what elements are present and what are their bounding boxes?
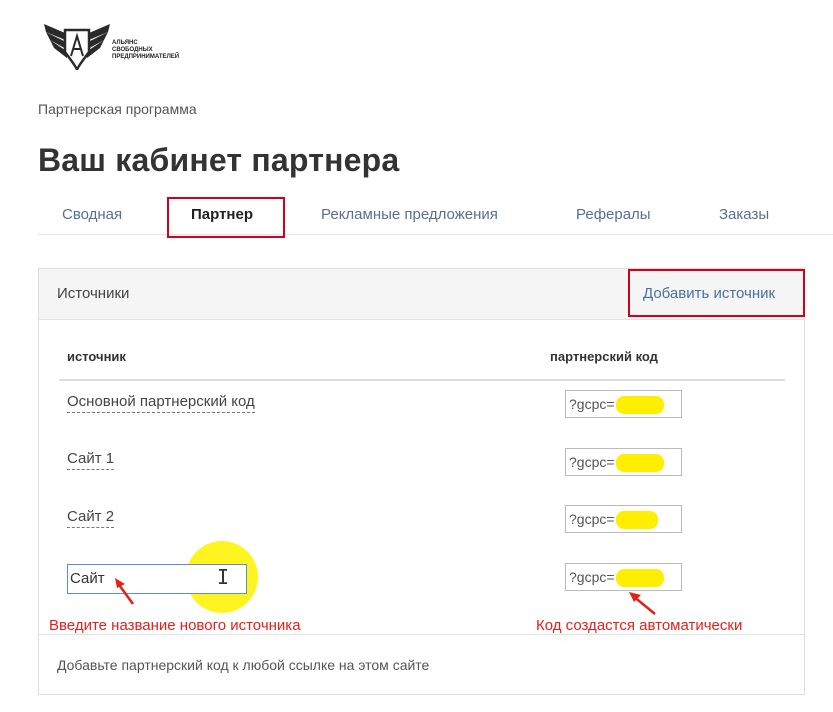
column-header-source: источник (67, 349, 126, 364)
panel-title: Источники (57, 285, 130, 302)
code-redaction-marker (615, 454, 664, 473)
tab-highlight-box (167, 197, 285, 238)
annotation-enter-name: Введите название нового источника (49, 617, 301, 634)
footer-hint: Добавьте партнерский код к любой ссылке … (57, 657, 430, 673)
code-prefix: ?gcpc= (569, 569, 615, 585)
text-cursor-icon: I (217, 565, 230, 589)
arrow-left-annotation-icon (115, 578, 135, 605)
logo-line: Альянс (112, 40, 138, 46)
source-name-link[interactable]: Основной партнерский код (67, 393, 255, 413)
page-title: Ваш кабинет партнера (38, 142, 400, 178)
tab-bar: Сводная Партнер Рекламные предложения Ре… (38, 196, 833, 235)
partner-code-field[interactable]: ?gcpc= (565, 563, 682, 591)
panel-footer: Добавьте партнерский код к любой ссылке … (39, 634, 804, 695)
tab-ad-offers[interactable]: Рекламные предложения (321, 206, 498, 223)
partner-code-field[interactable]: ?gcpc= (565, 448, 682, 476)
logo-text: Альянс свободных предпринимателей (112, 40, 179, 61)
code-redaction-marker (615, 396, 664, 415)
source-name-link[interactable]: Сайт 1 (67, 450, 115, 470)
new-source-name-value: Сайт (70, 570, 105, 587)
logo-line: свободных (112, 47, 153, 53)
logo[interactable]: Альянс свободных предпринимателей (42, 18, 202, 74)
arrow-right-annotation-icon (629, 592, 656, 615)
partner-code-field[interactable]: ?gcpc= (565, 505, 682, 533)
breadcrumb: Партнерская программа (38, 101, 197, 117)
source-name-link[interactable]: Сайт 2 (67, 508, 115, 528)
partner-code-field[interactable]: ?gcpc= (565, 390, 682, 418)
code-redaction-marker (615, 569, 664, 588)
logo-line: предпринимателей (112, 54, 180, 60)
add-source-highlight-box (628, 269, 805, 317)
code-prefix: ?gcpc= (569, 396, 615, 412)
code-prefix: ?gcpc= (569, 511, 615, 527)
header-divider (59, 379, 785, 381)
code-redaction-marker (615, 511, 658, 530)
annotation-auto-code: Код создастся автоматически (536, 617, 743, 634)
column-header-code: партнерский код (550, 349, 658, 364)
tab-orders[interactable]: Заказы (719, 206, 769, 223)
code-prefix: ?gcpc= (569, 454, 615, 470)
tab-referrals[interactable]: Рефералы (576, 206, 651, 223)
winged-shield-logo-icon (44, 24, 110, 71)
sources-panel: Источники Добавить источник источник пар… (38, 268, 805, 695)
tab-summary[interactable]: Сводная (62, 206, 122, 223)
